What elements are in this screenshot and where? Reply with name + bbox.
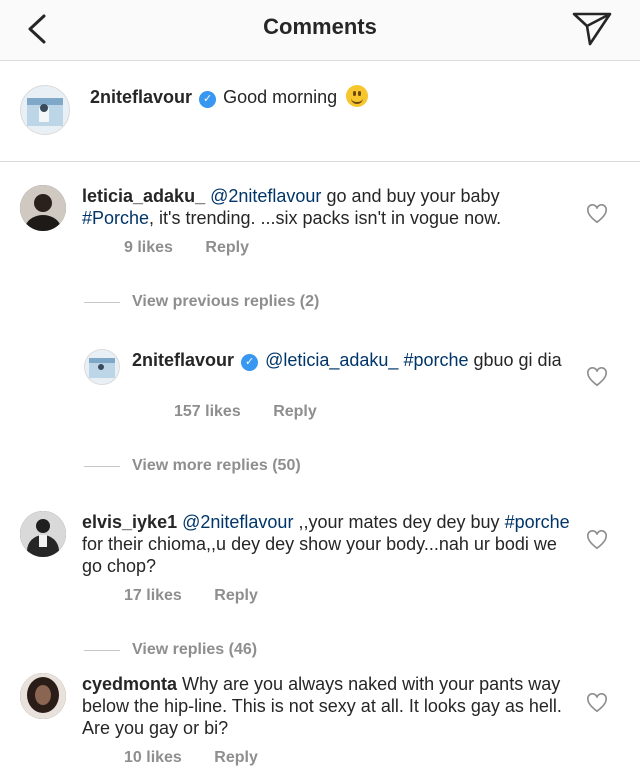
- hashtag-link[interactable]: #porche: [505, 512, 570, 532]
- like-heart-icon[interactable]: [586, 693, 608, 713]
- comment-text: elvis_iyke1 @2niteflavour ,,your mates d…: [82, 511, 572, 577]
- username[interactable]: cyedmonta: [82, 674, 177, 694]
- reply-button[interactable]: Reply: [214, 587, 258, 604]
- likes-count[interactable]: 9 likes: [124, 239, 173, 256]
- reply-body: gbuo gi dia: [468, 350, 562, 370]
- comment-text: cyedmonta Why are you always naked with …: [82, 673, 572, 739]
- reply-button[interactable]: Reply: [273, 403, 317, 420]
- caption-body: Good morning: [223, 87, 338, 107]
- caption-text: 2niteflavour ✓ Good morning: [90, 85, 610, 108]
- thread-line: [84, 466, 120, 467]
- reply-meta: 157 likes Reply: [174, 403, 345, 421]
- username[interactable]: 2niteflavour: [132, 350, 234, 370]
- view-more-replies-button[interactable]: View more replies (50): [132, 457, 301, 475]
- avatar[interactable]: [20, 673, 66, 719]
- comment-meta: 17 likes Reply: [124, 587, 286, 605]
- likes-count[interactable]: 17 likes: [124, 587, 182, 604]
- thread-line: [84, 650, 120, 651]
- view-previous-replies-button[interactable]: View previous replies (2): [132, 293, 319, 311]
- avatar[interactable]: [84, 349, 120, 385]
- like-heart-icon[interactable]: [586, 530, 608, 550]
- page-title: Comments: [263, 14, 377, 39]
- comment-meta: 9 likes Reply: [124, 239, 277, 257]
- comment-body: go and buy your baby: [321, 186, 500, 206]
- likes-count[interactable]: 10 likes: [124, 749, 182, 766]
- thread-line: [84, 302, 120, 303]
- comment-body: , it's trending. ...six packs isn't in v…: [149, 208, 502, 228]
- view-replies-button[interactable]: View replies (46): [132, 641, 257, 659]
- album-art-icon: [89, 358, 115, 378]
- verified-icon: ✓: [241, 354, 259, 371]
- username[interactable]: 2niteflavour: [90, 87, 192, 107]
- album-art-icon: [27, 98, 63, 126]
- smiley-emoji-icon: [346, 85, 369, 107]
- username[interactable]: leticia_adaku_: [82, 186, 205, 206]
- post-caption: 2niteflavour ✓ Good morning: [0, 61, 640, 162]
- avatar[interactable]: [20, 185, 66, 231]
- verified-icon: ✓: [199, 91, 217, 108]
- reply-text: 2niteflavour ✓ @leticia_adaku_ #porche g…: [132, 349, 572, 371]
- profile-photo-icon: [20, 511, 66, 557]
- like-heart-icon[interactable]: [586, 367, 608, 387]
- mention-link[interactable]: @2niteflavour: [210, 186, 321, 206]
- username[interactable]: elvis_iyke1: [82, 512, 177, 532]
- comment-body: for their chioma,,u dey dey show your bo…: [82, 534, 557, 576]
- send-icon[interactable]: [570, 8, 614, 48]
- avatar[interactable]: [20, 85, 70, 135]
- comment-meta: 10 likes Reply: [124, 749, 286, 767]
- hashtag-link[interactable]: #porche: [403, 350, 468, 370]
- likes-count[interactable]: 157 likes: [174, 403, 241, 420]
- like-heart-icon[interactable]: [586, 204, 608, 224]
- top-bar: Comments: [0, 0, 640, 61]
- profile-photo-icon: [20, 673, 66, 719]
- reply-button[interactable]: Reply: [205, 239, 249, 256]
- mention-link[interactable]: @leticia_adaku_: [265, 350, 398, 370]
- avatar[interactable]: [20, 511, 66, 557]
- profile-photo-icon: [20, 185, 66, 231]
- reply-button[interactable]: Reply: [214, 749, 258, 766]
- comment-body: ,,your mates dey dey buy: [293, 512, 505, 532]
- mention-link[interactable]: @2niteflavour: [182, 512, 293, 532]
- hashtag-link[interactable]: #Porche: [82, 208, 149, 228]
- comment-text: leticia_adaku_ @2niteflavour go and buy …: [82, 185, 572, 229]
